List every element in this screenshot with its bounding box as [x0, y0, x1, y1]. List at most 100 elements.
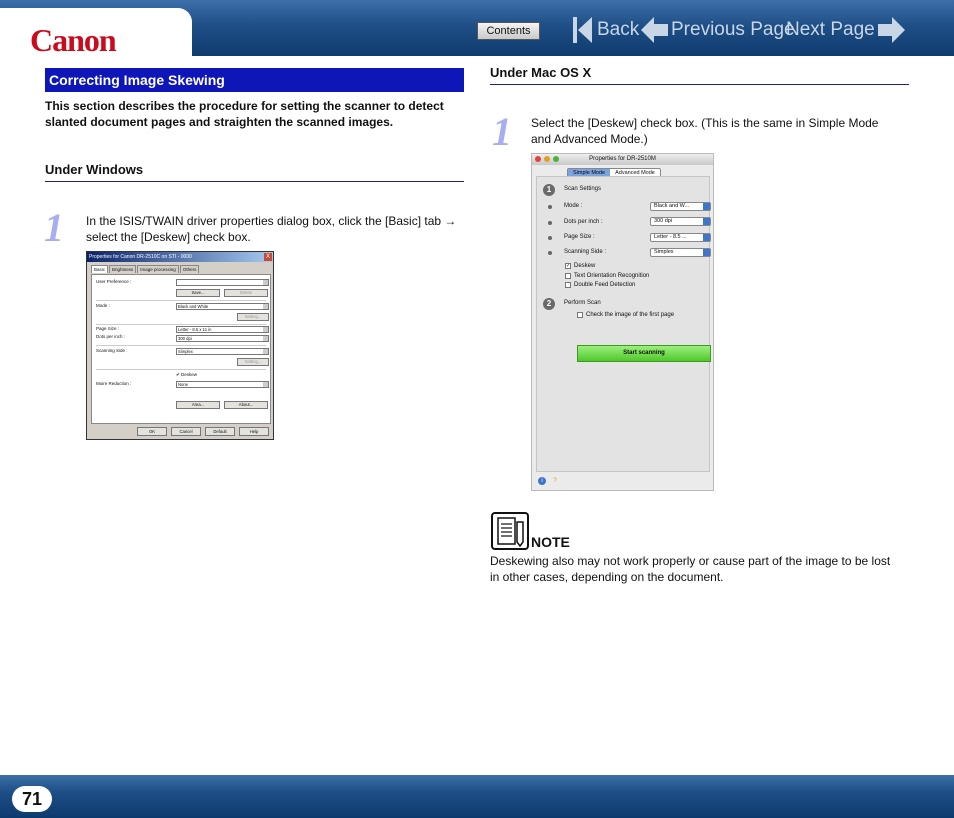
divider — [96, 324, 266, 325]
user-preference-select[interactable] — [176, 279, 269, 286]
back-button[interactable]: Back — [572, 14, 639, 46]
tab-brightness[interactable]: Brightness — [109, 265, 137, 273]
moire-reduction-value: None — [178, 382, 189, 387]
page-size-label: Page Size : — [564, 234, 595, 240]
bullet-icon — [548, 205, 552, 209]
side-setting-button[interactable]: Setting... — [237, 358, 269, 366]
back-label: Back — [597, 19, 640, 40]
check-first-page-checkbox[interactable] — [577, 312, 583, 318]
windows-dialog-title: Properties for Canon DR-2510C on STI - 0… — [89, 254, 192, 260]
divider — [96, 345, 266, 346]
windows-properties-dialog: Properties for Canon DR-2510C on STI - 0… — [86, 251, 274, 440]
page-size-value: Letter - 8.5 ... — [654, 234, 687, 240]
mode-select[interactable]: Black and W... — [650, 202, 711, 211]
double-feed-label: Double Feed Detection — [574, 282, 636, 288]
mode-label: Mode : — [564, 203, 583, 209]
ok-button[interactable]: OK — [137, 427, 167, 436]
delete-button[interactable]: Delete — [224, 289, 268, 297]
double-feed-checkbox[interactable] — [565, 282, 571, 288]
tab-others[interactable]: Others — [179, 265, 200, 273]
mac-heading: Under Mac OS X — [490, 65, 909, 85]
divider — [96, 369, 266, 370]
section-intro: This section describes the procedure for… — [45, 99, 444, 129]
mac-dialog-title: Properties for DR-2510M — [589, 156, 656, 162]
mac-dialog-panel: 1 Scan Settings Mode : Black and W... Do… — [536, 176, 711, 472]
area-button[interactable]: Area... — [176, 401, 220, 409]
save-button[interactable]: Save... — [176, 289, 220, 297]
chevron-down-icon — [263, 327, 268, 332]
mode-label: Mode : — [96, 303, 110, 308]
next-page-button[interactable]: Next Page — [786, 14, 905, 46]
contents-button[interactable]: Contents — [477, 22, 540, 40]
deskew-label: Deskew — [181, 372, 198, 377]
previous-page-button[interactable]: Previous Page — [641, 14, 795, 46]
mac-dialog-titlebar: Properties for DR-2510M — [532, 154, 713, 165]
footer-bar — [0, 775, 954, 818]
previous-page-label: Previous Page — [671, 19, 795, 40]
page-size-select[interactable]: Letter - 8.5 ... — [650, 233, 711, 242]
deskew-checkbox[interactable]: ✓ — [565, 263, 571, 269]
deskew-label: Deskew — [574, 263, 596, 269]
info-icon[interactable]: i — [538, 477, 546, 485]
help-key-icon[interactable]: ? — [551, 477, 559, 485]
chevron-updown-icon — [703, 249, 710, 256]
windows-step-text: In the ISIS/TWAIN driver properties dial… — [86, 214, 457, 244]
moire-reduction-label: Moire Reduction : — [96, 381, 132, 386]
chevron-updown-icon — [703, 234, 710, 241]
dpi-label: Dots per inch : — [96, 334, 126, 339]
perform-scan-label: Perform Scan — [564, 300, 601, 306]
zoom-dot-icon[interactable] — [553, 156, 559, 162]
next-page-label: Next Page — [786, 19, 875, 40]
page-number: 71 — [12, 786, 52, 812]
mode-setting-button[interactable]: Setting... — [237, 313, 269, 321]
cancel-button[interactable]: Cancel — [171, 427, 201, 436]
back-icon — [573, 17, 592, 43]
logo-panel: Canon — [0, 8, 192, 56]
chevron-updown-icon — [703, 218, 710, 225]
scanning-side-select[interactable]: Simplex — [650, 248, 711, 257]
default-button[interactable]: Default — [205, 427, 235, 436]
arrow-right-icon — [877, 17, 905, 43]
note-text: Deskewing also may not work properly or … — [490, 554, 891, 584]
scanning-side-label: Scanning Side : — [96, 348, 128, 353]
dpi-value: 300 dpi — [654, 218, 673, 224]
about-button[interactable]: About... — [224, 401, 268, 409]
close-dot-icon[interactable] — [535, 156, 541, 162]
windows-step-number: 1 — [44, 205, 64, 250]
tab-image-processing[interactable]: Image processing — [137, 265, 179, 273]
divider — [96, 300, 266, 301]
page-size-select[interactable]: Letter - 8.5 x 11 in — [176, 326, 269, 333]
windows-heading: Under Windows — [45, 162, 464, 182]
header-bar: Canon Contents Back Previous Page Next P… — [0, 0, 954, 56]
mac-properties-dialog: Properties for DR-2510M Simple Mode Adva… — [531, 153, 714, 491]
text-orientation-label: Text Orientation Recognition — [574, 273, 650, 279]
mac-step-number: 1 — [492, 109, 512, 154]
deskew-checkbox[interactable]: ✔ Deskew — [176, 372, 197, 378]
dpi-select[interactable]: 300 dpi — [650, 217, 711, 226]
canon-logo: Canon — [30, 22, 117, 58]
windows-dialog-body: User Preference : Save... Delete Mode : … — [91, 274, 271, 424]
dpi-select[interactable]: 300 dpi — [176, 335, 269, 342]
section-title: Correcting Image Skewing — [45, 68, 464, 92]
page-size-value: Letter - 8.5 x 11 in — [178, 327, 212, 332]
start-scanning-button[interactable]: Start scanning — [577, 345, 711, 362]
scanning-side-label: Scanning Side : — [564, 249, 607, 255]
chevron-down-icon — [263, 280, 268, 285]
close-icon[interactable]: X — [264, 253, 272, 261]
chevron-down-icon — [263, 336, 268, 341]
mode-select[interactable]: Black and White — [176, 303, 269, 310]
arrow-left-icon — [641, 17, 668, 43]
mac-step-text: Select the [Deskew] check box. (This is … — [531, 116, 879, 146]
windows-dialog-titlebar: Properties for Canon DR-2510C on STI - 0… — [87, 252, 273, 262]
minimize-dot-icon[interactable] — [544, 156, 550, 162]
user-preference-label: User Preference : — [96, 279, 132, 284]
manual-page: Canon Contents Back Previous Page Next P… — [0, 0, 954, 818]
tab-basic[interactable]: Basic — [91, 265, 109, 273]
chevron-updown-icon — [703, 203, 710, 210]
chevron-down-icon — [263, 304, 268, 309]
help-button[interactable]: Help — [239, 427, 269, 436]
chevron-down-icon — [263, 382, 268, 387]
moire-reduction-select[interactable]: None — [176, 381, 269, 388]
text-orientation-checkbox[interactable] — [565, 273, 571, 279]
scanning-side-select[interactable]: Simplex — [176, 348, 269, 355]
